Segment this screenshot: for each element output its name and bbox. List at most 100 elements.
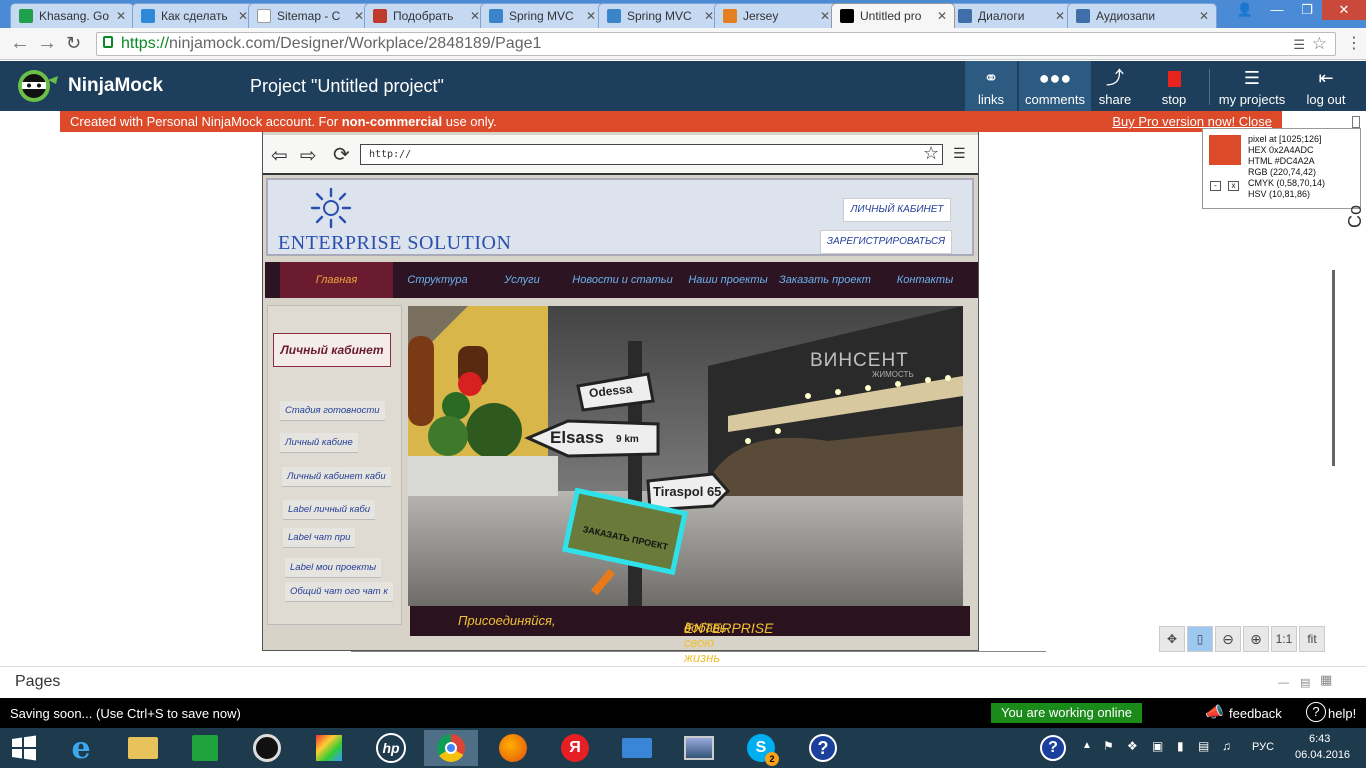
mock-star-icon[interactable]: ☆	[923, 143, 939, 164]
pages-grid-icon[interactable]: ▦	[1320, 672, 1332, 688]
reload-icon[interactable]: ↻	[66, 32, 81, 54]
pages-minimize-icon[interactable]: —	[1278, 677, 1289, 689]
tray-help-icon[interactable]: ?	[1028, 730, 1078, 766]
sidebar-item-general-chat[interactable]: Общий чат ого чат к	[285, 582, 393, 602]
back-icon[interactable]: ←	[10, 32, 30, 54]
sidebar-item-label-chat[interactable]: Label чат при	[283, 528, 356, 548]
sidebar-item-label-projects[interactable]: Label мои проекты	[285, 558, 382, 578]
firefox-icon[interactable]	[486, 730, 540, 766]
pages-restore-icon[interactable]: ▤	[1300, 676, 1310, 689]
site-title[interactable]: ENTERPRISE SOLUTION	[278, 232, 511, 255]
header-register-button[interactable]: ЗАРЕГИСТРИРОВАТЬСЯ	[820, 230, 952, 254]
translate-icon[interactable]: ☰	[1293, 34, 1305, 56]
sidebar-item-cabinet[interactable]: Личный кабине	[280, 433, 358, 453]
log-out-button[interactable]: ⇤ log out	[1300, 61, 1352, 111]
browser-tab[interactable]: Untitled pro ✕	[831, 3, 955, 28]
tab-close-icon[interactable]: ✕	[1055, 9, 1065, 23]
tray-time[interactable]: 6:43	[1309, 733, 1330, 745]
sun-logo-icon[interactable]	[310, 187, 352, 229]
pages-panel[interactable]: Pages — ▤ ▦	[0, 666, 1366, 698]
zoom-in-icon[interactable]: ⊕	[1243, 626, 1269, 652]
sidebar-item-progress[interactable]: Стадия готовности	[280, 401, 385, 421]
mock-forward-icon[interactable]: ⇨	[300, 143, 317, 168]
close-window-button[interactable]: ✕	[1322, 0, 1366, 20]
forward-icon[interactable]: →	[37, 32, 57, 54]
tray-dropbox-icon[interactable]: ❖	[1127, 739, 1138, 753]
nav-item-structure[interactable]: Структура	[395, 262, 480, 298]
device-icon[interactable]: ▯	[1187, 626, 1213, 652]
panel-handle-icon[interactable]	[1352, 116, 1360, 128]
skype-icon[interactable]: S2	[734, 730, 788, 766]
mock-reload-icon[interactable]: ⟳	[333, 142, 350, 167]
browser-tab[interactable]: Подобрать ✕	[364, 3, 488, 28]
tray-battery-icon[interactable]: ▮	[1177, 739, 1184, 753]
chrome-menu-icon[interactable]: ⋮	[1346, 33, 1362, 55]
store-icon[interactable]	[178, 730, 232, 766]
tray-expand-icon[interactable]: ▲	[1082, 740, 1092, 751]
chrome-icon[interactable]	[424, 730, 478, 766]
share-button[interactable]: ⤴ share	[1093, 61, 1137, 111]
hp-icon[interactable]: hp	[364, 730, 418, 766]
browser-tab[interactable]: Аудиозапи ✕	[1067, 3, 1217, 28]
hero-image[interactable]: Odessa Elsass 9 km Tiraspol 65 ЗАКАЗАТЬ …	[408, 306, 963, 606]
links-button[interactable]: ⚭ links	[965, 61, 1017, 111]
browser-tab[interactable]: Spring MVC ✕	[480, 3, 604, 28]
browser-tab[interactable]: Khasang. Go ✕	[10, 3, 134, 28]
address-bar[interactable]: https://ninjamock.com/Designer/Workplace…	[96, 32, 1336, 56]
media-player-icon[interactable]	[240, 730, 294, 766]
vertical-scrollbar[interactable]	[1332, 270, 1335, 466]
tab-close-icon[interactable]: ✕	[937, 9, 947, 23]
tray-signal-icon[interactable]: ▤	[1198, 739, 1209, 753]
internet-explorer-icon[interactable]: e	[54, 730, 108, 766]
nav-item-news[interactable]: Новости и статьи	[565, 262, 680, 298]
mock-menu-icon[interactable]: ☰	[953, 145, 966, 162]
tray-network-icon[interactable]: ▣	[1152, 739, 1163, 753]
picker-minimize-button[interactable]: -	[1210, 181, 1221, 191]
nav-item-projects[interactable]: Наши проекты	[683, 262, 773, 298]
header-cabinet-button[interactable]: ЛИЧНЫЙ КАБИНЕТ	[843, 198, 951, 222]
picker-close-button[interactable]: x	[1228, 181, 1239, 191]
minimize-button[interactable]: —	[1262, 0, 1292, 20]
tab-close-icon[interactable]: ✕	[116, 9, 126, 23]
tab-close-icon[interactable]: ✕	[704, 9, 714, 23]
right-panel-tab[interactable]: Co	[1345, 205, 1366, 228]
browser-tab[interactable]: Sitemap - C ✕	[248, 3, 372, 28]
browser-tab[interactable]: Jersey ✕	[714, 3, 838, 28]
restore-button[interactable]: ❐	[1292, 0, 1322, 20]
sidebar-item-label-cabinet[interactable]: Label личный каби	[283, 500, 375, 520]
megaphone-icon[interactable]: 📣	[1205, 703, 1224, 721]
mock-back-icon[interactable]: ⇦	[271, 143, 288, 168]
comments-button[interactable]: ●●● comments	[1019, 61, 1091, 111]
pan-icon[interactable]: ✥	[1159, 626, 1185, 652]
yandex-browser-icon[interactable]: Я	[548, 730, 602, 766]
paint-app-icon[interactable]	[302, 730, 356, 766]
tab-close-icon[interactable]: ✕	[1199, 9, 1209, 23]
windows-start-icon[interactable]	[0, 730, 48, 766]
pages-title[interactable]: Pages	[15, 673, 60, 691]
tab-close-icon[interactable]: ✕	[820, 9, 830, 23]
nav-item-contacts[interactable]: Контакты	[890, 262, 960, 298]
stop-button[interactable]: stop	[1152, 61, 1196, 111]
nav-item-home[interactable]: Главная	[280, 262, 393, 298]
help-app-icon[interactable]: ?	[796, 730, 850, 766]
sidebar-item-cabinet-long[interactable]: Личный кабинет каби	[282, 467, 391, 487]
tray-language[interactable]: РУС	[1252, 741, 1274, 753]
help-link[interactable]: help!	[1328, 706, 1356, 721]
help-icon[interactable]: ?	[1306, 702, 1326, 722]
browser-tab[interactable]: Как сделать ✕	[132, 3, 256, 28]
browser-tab[interactable]: Диалоги ✕	[949, 3, 1073, 28]
tray-flag-icon[interactable]: ⚑	[1103, 739, 1114, 753]
photos-icon[interactable]	[672, 730, 726, 766]
file-explorer-icon[interactable]	[116, 730, 170, 766]
zoom-actual-button[interactable]: 1:1	[1271, 626, 1297, 652]
tab-close-icon[interactable]: ✕	[238, 9, 248, 23]
tray-date[interactable]: 06.04.2016	[1295, 749, 1350, 761]
mock-address-field[interactable]: http://	[360, 144, 943, 165]
tray-volume-icon[interactable]: ♫	[1222, 739, 1231, 753]
mail-icon[interactable]	[610, 730, 664, 766]
browser-tab[interactable]: Spring MVC ✕	[598, 3, 722, 28]
nav-item-services[interactable]: Услуги	[487, 262, 557, 298]
project-title[interactable]: Project "Untitled project"	[250, 76, 444, 97]
feedback-link[interactable]: feedback	[1229, 706, 1282, 721]
profile-icon[interactable]: 👤	[1230, 0, 1260, 20]
